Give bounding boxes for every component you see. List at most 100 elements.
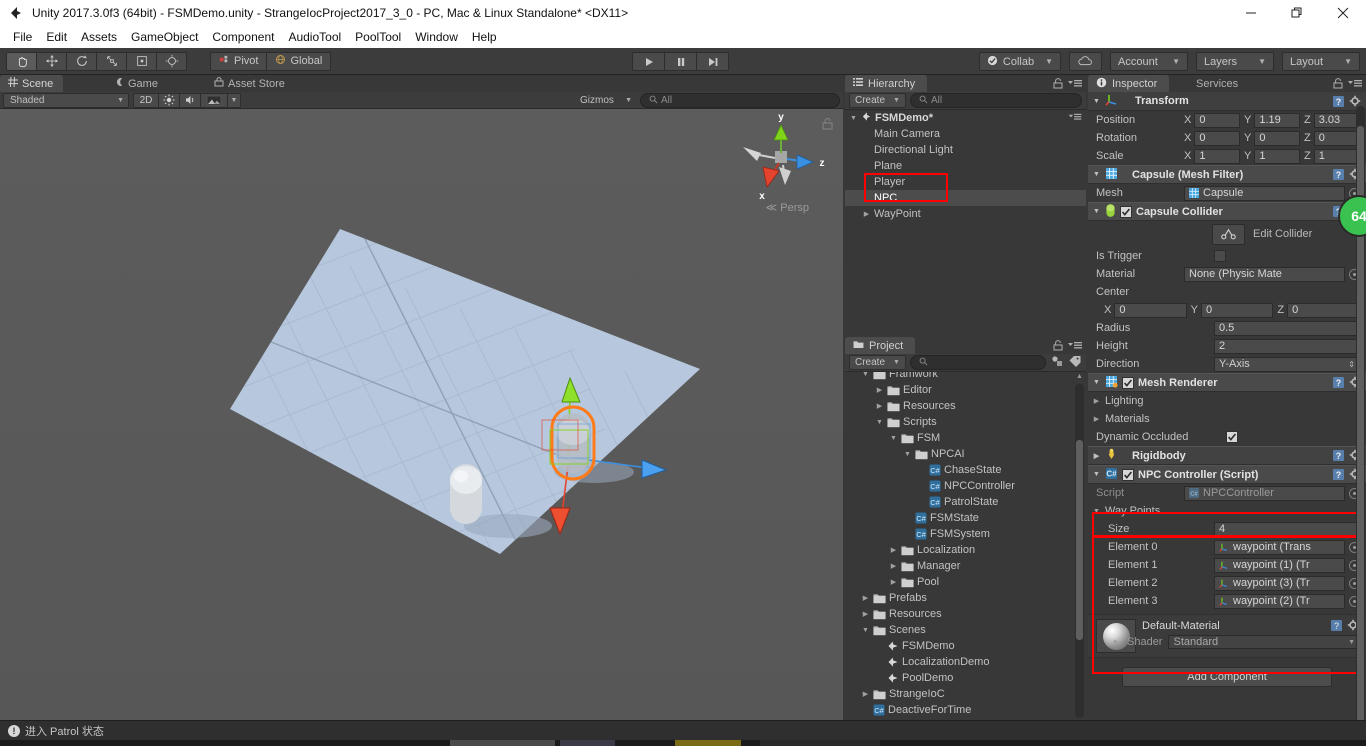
tab-project[interactable]: Project bbox=[845, 337, 916, 354]
component-header-npc-controller[interactable]: ▼ C# NPC Controller (Script) ? bbox=[1088, 465, 1366, 484]
menu-component[interactable]: Component bbox=[205, 28, 281, 46]
chevron-down-icon[interactable]: ▼ bbox=[1092, 471, 1101, 478]
chevron-down-icon[interactable]: ▼ bbox=[1092, 208, 1101, 215]
layout-button[interactable]: Layout ▼ bbox=[1282, 52, 1360, 71]
rect-tool-button[interactable] bbox=[126, 51, 157, 71]
pause-button[interactable] bbox=[664, 52, 697, 71]
radius-input[interactable]: 0.5 bbox=[1214, 320, 1360, 336]
height-input[interactable]: 2 bbox=[1214, 338, 1360, 354]
menu-file[interactable]: File bbox=[6, 28, 39, 46]
position-x-input[interactable]: 0 bbox=[1194, 112, 1240, 128]
rotation-y-input[interactable]: 0 bbox=[1254, 130, 1300, 146]
waypoint-object-field[interactable]: waypoint (3) (Tr bbox=[1214, 575, 1360, 591]
chevron-down-icon[interactable]: ▼ bbox=[875, 419, 884, 426]
rotate-tool-button[interactable] bbox=[66, 51, 97, 71]
chevron-right-icon[interactable]: ▶ bbox=[875, 386, 884, 394]
tab-asset-store[interactable]: Asset Store bbox=[206, 75, 295, 92]
component-header-transform[interactable]: ▼ Transform ? bbox=[1088, 92, 1366, 111]
chevron-right-icon[interactable]: ▶ bbox=[875, 402, 884, 410]
close-button[interactable] bbox=[1320, 0, 1366, 26]
scale-x-input[interactable]: 1 bbox=[1194, 148, 1240, 164]
tab-inspector[interactable]: Inspector bbox=[1088, 75, 1170, 92]
project-tree-item[interactable]: ▼ Framwork bbox=[845, 372, 1086, 382]
filter-by-label-icon[interactable] bbox=[1068, 355, 1082, 371]
waypoint-value[interactable]: waypoint (Trans bbox=[1214, 539, 1345, 555]
scene-projection-label[interactable]: ≪ Persp bbox=[766, 201, 809, 214]
component-header-rigidbody[interactable]: ▶ Rigidbody ? bbox=[1088, 446, 1366, 465]
restore-button[interactable] bbox=[1274, 0, 1320, 26]
help-icon[interactable]: ? bbox=[1332, 449, 1345, 462]
menu-audiotool[interactable]: AudioTool bbox=[281, 28, 348, 46]
transform-tool-button[interactable] bbox=[156, 51, 187, 71]
physic-material-value[interactable]: None (Physic Mate bbox=[1184, 266, 1345, 282]
help-icon[interactable]: ? bbox=[1330, 619, 1343, 632]
component-header-capsule-collider[interactable]: ▼ Capsule Collider ? bbox=[1088, 202, 1366, 221]
minimize-button[interactable] bbox=[1228, 0, 1274, 26]
mesh-object-field[interactable]: Capsule bbox=[1184, 185, 1360, 201]
account-button[interactable]: Account ▼ bbox=[1110, 52, 1188, 71]
hand-tool-button[interactable] bbox=[6, 51, 37, 71]
chevron-right-icon[interactable]: ▶ bbox=[1092, 397, 1101, 405]
mesh-value[interactable]: Capsule bbox=[1184, 185, 1345, 201]
global-toggle-button[interactable]: Global bbox=[266, 51, 332, 71]
project-tree-item[interactable]: C# FSMState bbox=[845, 510, 1086, 526]
shading-mode-dropdown[interactable]: Shaded ▼ bbox=[3, 92, 129, 108]
audio-toggle-button[interactable] bbox=[179, 92, 201, 108]
project-tree-item[interactable]: ▶ Manager bbox=[845, 558, 1086, 574]
project-tree-item[interactable]: PoolDemo bbox=[845, 670, 1086, 686]
materials-foldout-row[interactable]: ▶ Materials bbox=[1088, 410, 1366, 428]
rotation-x-input[interactable]: 0 bbox=[1194, 130, 1240, 146]
project-tree-item[interactable]: C# PatrolState bbox=[845, 494, 1086, 510]
project-tree-item[interactable]: ▶ Resources bbox=[845, 398, 1086, 414]
chevron-down-icon[interactable]: ▼ bbox=[1092, 171, 1101, 178]
menu-assets[interactable]: Assets bbox=[74, 28, 124, 46]
size-input[interactable]: 4 bbox=[1214, 521, 1360, 537]
move-tool-button[interactable] bbox=[36, 51, 67, 71]
project-tree-item[interactable]: ▼ Scripts bbox=[845, 414, 1086, 430]
hierarchy-search-input[interactable]: All bbox=[909, 93, 1082, 108]
cloud-button[interactable] bbox=[1069, 52, 1102, 71]
hierarchy-item-main-camera[interactable]: Main Camera bbox=[845, 126, 1086, 142]
chevron-down-icon[interactable]: ▼ bbox=[861, 627, 870, 634]
project-tree-item[interactable]: ▶ StrangeIoC bbox=[845, 686, 1086, 702]
hierarchy-item-npc[interactable]: NPC bbox=[845, 190, 1086, 206]
project-tree-item[interactable]: C# NPCController bbox=[845, 478, 1086, 494]
direction-dropdown[interactable]: Y-Axis ⇕ bbox=[1214, 356, 1360, 372]
chevron-right-icon[interactable]: ▶ bbox=[889, 562, 898, 570]
lock-icon[interactable] bbox=[1333, 77, 1343, 92]
waypoint-object-field[interactable]: waypoint (Trans bbox=[1214, 539, 1360, 555]
taskbar-item[interactable] bbox=[760, 740, 880, 746]
capsule-collider-enabled-checkbox[interactable] bbox=[1120, 205, 1132, 218]
hierarchy-item-player[interactable]: Player bbox=[845, 174, 1086, 190]
dynamic-occluded-checkbox[interactable] bbox=[1226, 431, 1238, 443]
chevron-right-icon[interactable]: ▶ bbox=[889, 546, 898, 554]
project-create-button[interactable]: Create ▼ bbox=[849, 355, 906, 370]
chevron-right-icon[interactable]: ▶ bbox=[1092, 452, 1101, 460]
status-bar[interactable]: ! 进入 Patrol 状态 bbox=[0, 720, 1366, 740]
project-tree-item[interactable]: C# ChaseState bbox=[845, 462, 1086, 478]
tab-services[interactable]: Services bbox=[1188, 75, 1250, 92]
way-points-foldout-row[interactable]: ▼ Way Points bbox=[1088, 502, 1366, 520]
fx-toggle-button[interactable] bbox=[200, 92, 228, 108]
chevron-down-icon[interactable]: ▼ bbox=[861, 372, 870, 378]
mesh-renderer-enabled-checkbox[interactable] bbox=[1122, 376, 1134, 389]
gizmos-dropdown[interactable]: Gizmos ▼ bbox=[574, 93, 636, 108]
menu-edit[interactable]: Edit bbox=[39, 28, 74, 46]
project-tree-item[interactable]: ▼ Scenes bbox=[845, 622, 1086, 638]
scale-y-input[interactable]: 1 bbox=[1254, 148, 1300, 164]
scene-viewport[interactable]: y z x ≪ Persp bbox=[0, 109, 843, 720]
chevron-right-icon[interactable]: ▶ bbox=[861, 690, 870, 698]
scene-lock-icon[interactable] bbox=[822, 117, 833, 133]
project-tree-item[interactable]: ▼ NPCAI bbox=[845, 446, 1086, 462]
waypoint-value[interactable]: waypoint (2) (Tr bbox=[1214, 593, 1345, 609]
hierarchy-create-button[interactable]: Create ▼ bbox=[849, 93, 906, 108]
project-tree-item[interactable]: C# FSMSystem bbox=[845, 526, 1086, 542]
tab-scene[interactable]: Scene bbox=[0, 75, 64, 92]
lighting-foldout-row[interactable]: ▶ Lighting bbox=[1088, 392, 1366, 410]
project-tree-item[interactable]: C# DeactiveForTime bbox=[845, 702, 1086, 718]
help-icon[interactable]: ? bbox=[1332, 468, 1345, 481]
taskbar-item[interactable] bbox=[450, 740, 555, 746]
chevron-down-icon[interactable]: ▼ bbox=[1092, 98, 1101, 105]
toggle-2d-button[interactable]: 2D bbox=[133, 92, 159, 108]
tab-game[interactable]: Game bbox=[106, 75, 168, 92]
